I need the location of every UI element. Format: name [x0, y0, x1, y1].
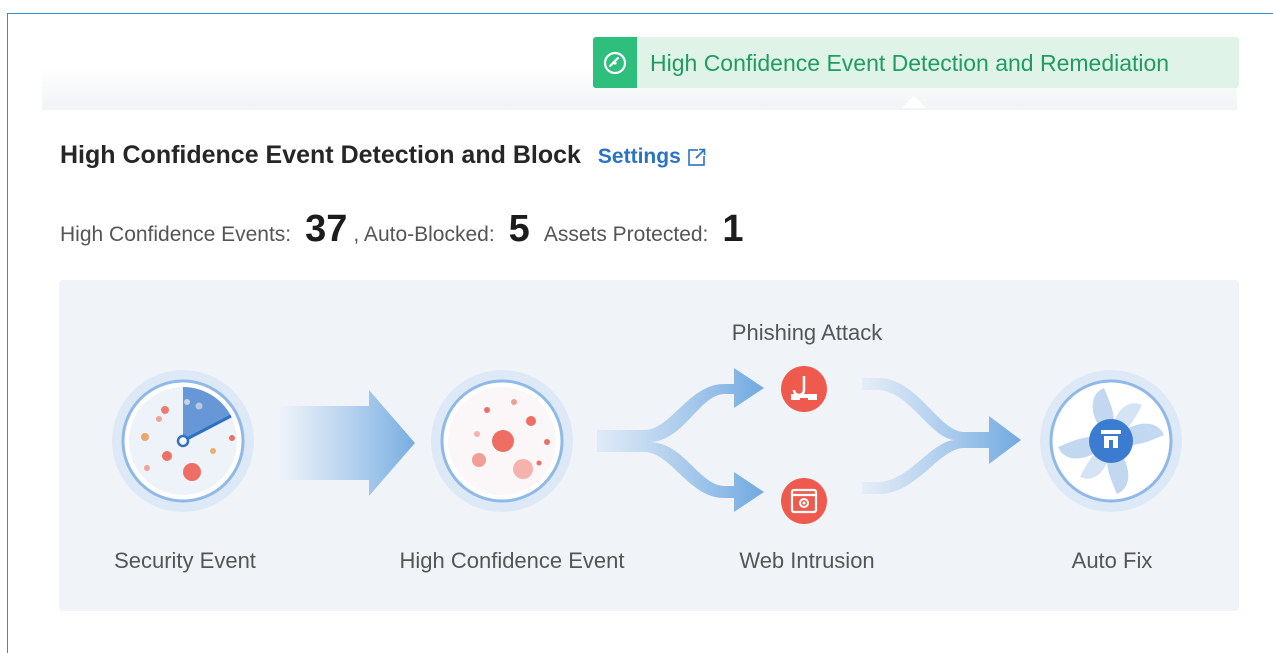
- settings-link[interactable]: Settings: [598, 145, 707, 169]
- section-header: High Confidence Event Detection and Bloc…: [60, 141, 707, 170]
- feature-tag-label: High Confidence Event Detection and Reme…: [650, 50, 1170, 76]
- step-auto-fix: Auto Fix: [1071, 548, 1153, 573]
- step-high-confidence-event: High Confidence Event: [399, 548, 625, 573]
- flow-arrow: [277, 390, 415, 496]
- flow-panel: Security Event High Confidence Event Phi…: [59, 280, 1239, 611]
- phishing-icon: [781, 366, 827, 412]
- auto-blocked-value: 5: [508, 208, 530, 250]
- high-confidence-events-label: High Confidence Events:: [60, 223, 292, 246]
- assets-protected-label: Assets Protected:: [543, 223, 709, 246]
- auto-fix-icon: [1040, 370, 1182, 512]
- page-title: High Confidence Event Detection and Bloc…: [60, 141, 581, 169]
- flow-split-arrow: [597, 368, 764, 442]
- web-intrusion-icon: [781, 478, 827, 524]
- feature-tag[interactable]: High Confidence Event Detection and Reme…: [593, 37, 1239, 88]
- assets-protected-value: 1: [722, 208, 744, 250]
- settings-link-label: Settings: [597, 145, 681, 168]
- tab-pointer: [902, 96, 926, 108]
- auto-blocked-label: , Auto-Blocked:: [353, 223, 495, 246]
- high-confidence-icon: [431, 370, 573, 512]
- step-web-intrusion: Web Intrusion: [739, 548, 875, 573]
- high-confidence-events-value: 37: [305, 208, 348, 250]
- external-link-icon: [687, 148, 706, 166]
- step-phishing-attack: Phishing Attack: [731, 320, 883, 345]
- step-security-event: Security Event: [114, 548, 256, 573]
- radar-icon: [112, 370, 254, 512]
- stats-summary: High Confidence Events: 37 , Auto-Blocke…: [60, 208, 758, 251]
- flow-split-arrow: [597, 442, 764, 512]
- flow-merge-arrow: [862, 378, 1021, 494]
- gauge-icon: [593, 37, 637, 88]
